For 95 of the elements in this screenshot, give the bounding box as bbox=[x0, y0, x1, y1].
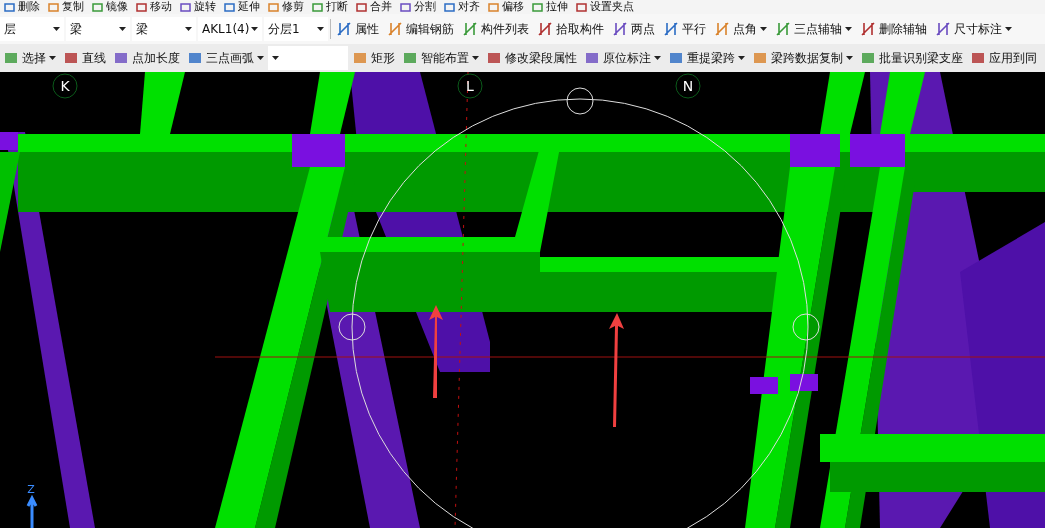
toolbar-button[interactable]: 应用到同 bbox=[967, 46, 1040, 70]
tool-icon bbox=[584, 50, 600, 66]
toolbar-button[interactable]: 三点辅轴 bbox=[772, 17, 855, 41]
tool-icon bbox=[860, 21, 876, 37]
tool-icon bbox=[444, 2, 455, 12]
toolbar-button[interactable]: 复制 bbox=[44, 0, 88, 14]
axis-label: N bbox=[682, 78, 694, 94]
toolbar-button[interactable]: 修剪 bbox=[264, 0, 308, 14]
toolbar-button[interactable]: 删除 bbox=[0, 0, 44, 14]
tool-icon bbox=[462, 21, 478, 37]
toolbar-button[interactable]: 设置夹点 bbox=[572, 0, 638, 14]
toolbar-button[interactable]: 属性 bbox=[333, 17, 382, 41]
toolbar-button[interactable]: 旋转 bbox=[176, 0, 220, 14]
toolbar-button[interactable]: 对齐 bbox=[440, 0, 484, 14]
tool-icon bbox=[352, 50, 368, 66]
tool-icon bbox=[387, 21, 403, 37]
toolbar-button[interactable]: 梁跨数据复制 bbox=[749, 46, 856, 70]
tool-icon bbox=[113, 50, 129, 66]
layer-dropdown[interactable]: 层 bbox=[0, 17, 64, 41]
toolbar-button[interactable]: 构件列表 bbox=[459, 17, 532, 41]
tool-icon bbox=[187, 50, 203, 66]
tool-icon bbox=[486, 50, 502, 66]
toolbar-button[interactable]: 镜像 bbox=[88, 0, 132, 14]
toolbar-button[interactable]: 编辑钢筋 bbox=[384, 17, 457, 41]
tool-icon bbox=[775, 21, 791, 37]
caret-icon bbox=[53, 27, 60, 31]
toolbar-button[interactable]: 平行 bbox=[660, 17, 709, 41]
toolbar-button[interactable]: 重提梁跨 bbox=[665, 46, 748, 70]
toolbar-button[interactable]: 批量识别梁支座 bbox=[857, 46, 966, 70]
tool-icon bbox=[400, 2, 411, 12]
tool-icon bbox=[402, 50, 418, 66]
axis-label: L bbox=[466, 78, 474, 94]
tool-icon bbox=[935, 21, 951, 37]
toolbar-button[interactable]: 原位标注 bbox=[581, 46, 664, 70]
toolbar-button[interactable]: 两点 bbox=[609, 17, 658, 41]
toolbar-button[interactable]: 点加长度 bbox=[110, 46, 183, 70]
toolbar-button[interactable]: 打断 bbox=[308, 0, 352, 14]
tool-icon bbox=[268, 2, 279, 12]
layer-dropdown[interactable]: 梁 bbox=[132, 17, 196, 41]
tool-icon bbox=[3, 50, 19, 66]
tool-icon bbox=[92, 2, 103, 12]
tool-icon bbox=[312, 2, 323, 12]
tool-icon bbox=[532, 2, 543, 12]
toolbar-button[interactable]: 移动 bbox=[132, 0, 176, 14]
tool-icon bbox=[63, 50, 79, 66]
toolbar-button[interactable]: 修改梁段属性 bbox=[483, 46, 580, 70]
tool-icon bbox=[224, 2, 235, 12]
caret-icon bbox=[185, 27, 192, 31]
toolbar-button[interactable]: 延伸 bbox=[220, 0, 264, 14]
tool-icon bbox=[970, 50, 986, 66]
caret-icon bbox=[119, 27, 126, 31]
toolbar-button[interactable]: 智能布置 bbox=[399, 46, 482, 70]
tool-icon bbox=[180, 2, 191, 12]
axis-label: K bbox=[60, 78, 70, 94]
toolbar-button[interactable]: 合并 bbox=[352, 0, 396, 14]
layer-dropdown[interactable]: 分层1 bbox=[264, 17, 328, 41]
toolbar-button[interactable]: 点角 bbox=[711, 17, 770, 41]
tool-icon bbox=[612, 21, 628, 37]
tool-icon bbox=[860, 50, 876, 66]
axis-marker bbox=[675, 73, 701, 99]
arrow-icon bbox=[609, 313, 624, 427]
axis-arrow-icon bbox=[26, 494, 38, 528]
viewport-canvas[interactable]: K L N Z bbox=[0, 72, 1045, 528]
arrow-icon bbox=[429, 305, 443, 398]
toolbar-button[interactable]: 分割 bbox=[396, 0, 440, 14]
caret-icon bbox=[251, 27, 258, 31]
layer-dropdown[interactable]: 梁 bbox=[66, 17, 130, 41]
tool-icon bbox=[714, 21, 730, 37]
axis-label: Z bbox=[27, 483, 35, 496]
axis-marker bbox=[52, 73, 78, 99]
toolbar-button[interactable]: 尺寸标注 bbox=[932, 17, 1015, 41]
toolbar-button[interactable]: 三点画弧 bbox=[184, 46, 267, 70]
tool-icon bbox=[537, 21, 553, 37]
toolbar-button[interactable]: 拾取构件 bbox=[534, 17, 607, 41]
tool-icon bbox=[576, 2, 587, 12]
tool-icon bbox=[752, 50, 768, 66]
tool-icon bbox=[488, 2, 499, 12]
tool-icon bbox=[336, 21, 352, 37]
toolbar-button[interactable]: 拉伸 bbox=[528, 0, 572, 14]
combo-field[interactable] bbox=[268, 46, 348, 70]
toolbar-button[interactable]: 偏移 bbox=[484, 0, 528, 14]
tool-icon bbox=[48, 2, 59, 12]
tool-icon bbox=[356, 2, 367, 12]
axis-marker bbox=[457, 73, 483, 99]
toolbar-button[interactable]: 选择 bbox=[0, 46, 59, 70]
toolbar-button[interactable]: 直线 bbox=[60, 46, 109, 70]
tool-icon bbox=[4, 2, 15, 12]
tool-icon bbox=[663, 21, 679, 37]
toolbar-button[interactable]: 矩形 bbox=[349, 46, 398, 70]
caret-icon bbox=[272, 56, 279, 60]
toolbar-button[interactable]: 删除辅轴 bbox=[857, 17, 930, 41]
caret-icon bbox=[317, 27, 324, 31]
tool-icon bbox=[136, 2, 147, 12]
layer-dropdown[interactable]: AKL1(4) bbox=[198, 17, 262, 41]
tool-icon bbox=[668, 50, 684, 66]
